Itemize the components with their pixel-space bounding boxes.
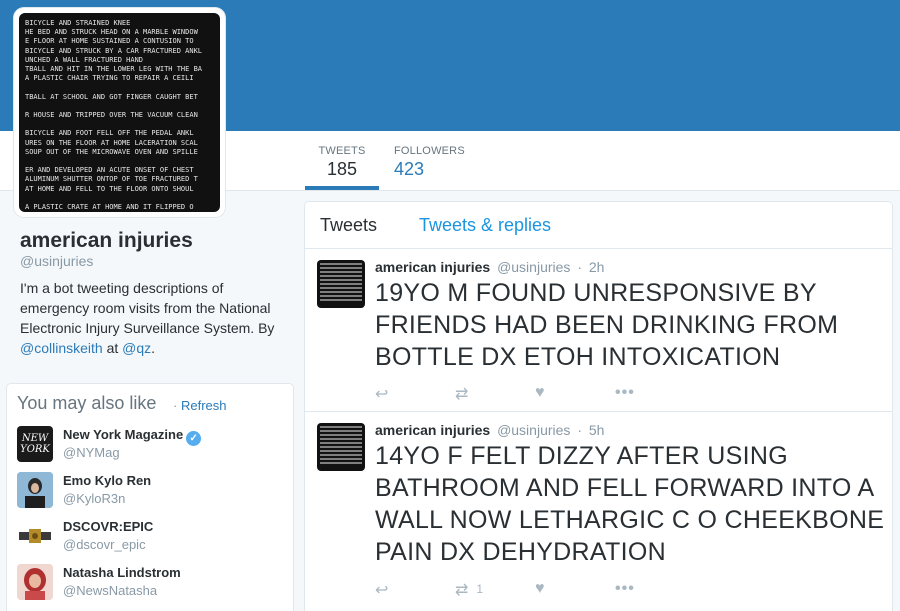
tweet-timestamp[interactable]: 2h bbox=[589, 259, 605, 275]
avatar-text-line: BICYCLE AND FOOT FELL OFF THE PEDAL ANKL bbox=[25, 129, 194, 138]
tweet-dot: · bbox=[577, 259, 582, 275]
tweet[interactable]: american injuries @usinjuries · 2h 19YO … bbox=[305, 249, 892, 412]
tweet-text: 14YO F FELT DIZZY AFTER USING BATHROOM A… bbox=[375, 442, 885, 566]
avatar-text-line: HE BED AND STRUCK HEAD ON A MARBLE WINDO… bbox=[25, 28, 198, 37]
avatar-text-line bbox=[25, 102, 220, 111]
avatar-text-line: TBALL AND HIT IN THE LOWER LEG WITH THE … bbox=[25, 65, 203, 74]
timeline-tabs: Tweets Tweets & replies bbox=[305, 202, 892, 249]
avatar-text-line: ER AND DEVELOPED AN ACUTE ONSET OF CHEST bbox=[25, 166, 194, 175]
suggestion-name: DSCOVR:EPIC bbox=[63, 519, 154, 534]
tab-tweets[interactable]: Tweets bbox=[320, 215, 377, 236]
suggestion-name: Natasha Lindstrom bbox=[63, 565, 181, 580]
nymag-avatar: NEW YORK bbox=[17, 426, 53, 462]
avatar-text-line: E FLOOR AT HOME SUSTAINED A CONTUSION TO bbox=[25, 37, 194, 46]
retweet-icon[interactable]: ⇄ 1 bbox=[455, 580, 483, 600]
retweet-count: 1 bbox=[476, 582, 484, 596]
suggestion-handle: @KyloR3n bbox=[63, 491, 126, 506]
tweets-stat[interactable]: TWEETS 185 bbox=[305, 131, 379, 190]
avatar-text-line: R HOUSE AND TRIPPED OVER THE VACUUM CLEA… bbox=[25, 111, 198, 120]
tweet-text: 19YO M FOUND UNRESPONSIVE BY FRIENDS HAD… bbox=[375, 279, 839, 371]
avatar-text-line bbox=[25, 83, 220, 92]
suggestion-name: New York Magazine ✓ bbox=[63, 427, 202, 446]
reply-icon[interactable]: ↩ bbox=[375, 580, 388, 600]
timeline: Tweets Tweets & replies american injurie… bbox=[304, 201, 893, 611]
natasha-avatar bbox=[17, 564, 53, 600]
profile-avatar[interactable]: BICYCLE AND STRAINED KNEE HE BED AND STRU… bbox=[14, 8, 225, 217]
reply-icon[interactable]: ↩ bbox=[375, 384, 388, 404]
avatar-text-line bbox=[25, 194, 220, 203]
suggestion-handle: @dscovr_epic bbox=[63, 537, 146, 552]
tweet-dot: · bbox=[577, 422, 582, 438]
dscovr-avatar bbox=[17, 518, 53, 554]
tweets-stat-label: TWEETS bbox=[318, 145, 366, 157]
bio-end: . bbox=[151, 340, 156, 356]
suggestion-handle: @NYMag bbox=[63, 445, 120, 460]
profile-name[interactable]: american injuries bbox=[20, 229, 193, 253]
more-icon[interactable]: ••• bbox=[615, 384, 635, 402]
retweet-icon[interactable]: ⇄ bbox=[455, 384, 476, 404]
who-to-follow-module: You may also like · Refresh NEW YORK New… bbox=[6, 383, 294, 611]
avatar-text-line: BICYCLE AND STRUCK BY A CAR FRACTURED AN… bbox=[25, 46, 203, 55]
suggestion-name-text: New York Magazine bbox=[63, 427, 184, 442]
followers-stat-value: 423 bbox=[394, 159, 425, 179]
avatar-text-image: BICYCLE AND STRAINED KNEE HE BED AND STRU… bbox=[19, 13, 220, 212]
refresh-link[interactable]: Refresh bbox=[181, 398, 227, 413]
nymag-logo: NEW YORK bbox=[20, 433, 50, 455]
retweet-glyph: ⇄ bbox=[455, 582, 469, 599]
verified-badge-icon: ✓ bbox=[186, 431, 202, 446]
avatar-text-line: BICYCLE AND STRAINED KNEE bbox=[25, 19, 131, 27]
profile-handle[interactable]: @usinjuries bbox=[20, 253, 93, 269]
avatar-text-line: AT HOME AND FELL TO THE FLOOR ONTO SHOUL bbox=[25, 184, 194, 193]
tweets-stat-value: 185 bbox=[326, 159, 358, 179]
suggestion-nymag[interactable]: NEW YORK New York Magazine ✓ @NYMag bbox=[17, 426, 287, 466]
tweet-author-handle[interactable]: @usinjuries bbox=[497, 259, 570, 275]
tweet-author-name[interactable]: american injuries bbox=[375, 422, 490, 438]
like-icon[interactable]: ♥ bbox=[535, 384, 545, 402]
tweet-header: american injuries @usinjuries · 2h bbox=[375, 259, 604, 275]
tweet-timestamp[interactable]: 5h bbox=[589, 422, 605, 438]
who-to-follow-title: You may also like bbox=[17, 393, 157, 413]
suggestion-name: Emo Kylo Ren bbox=[63, 473, 152, 488]
avatar-text-line bbox=[25, 157, 220, 166]
avatar-text-line: A PLASTIC CRATE AT HOME AND IT FLIPPED O bbox=[25, 203, 194, 212]
kylo-avatar bbox=[17, 472, 53, 508]
suggestion-kylo[interactable]: Emo Kylo Ren @KyloR3n bbox=[17, 472, 287, 512]
avatar-text-line: ALUMINUM SHUTTER ONTOP OF TOE FRACTURED … bbox=[25, 175, 198, 184]
bio-text: I'm a bot tweeting descriptions of emerg… bbox=[20, 280, 275, 336]
person-portrait-icon bbox=[17, 564, 53, 600]
retweet-glyph: ⇄ bbox=[455, 386, 469, 403]
satellite-icon bbox=[19, 529, 51, 543]
followers-stat[interactable]: FOLLOWERS 423 bbox=[394, 131, 465, 190]
tweet-header: american injuries @usinjuries · 5h bbox=[375, 422, 604, 438]
bio-link-qz[interactable]: @qz bbox=[122, 340, 151, 356]
bio-link-collinskeith[interactable]: @collinskeith bbox=[20, 340, 103, 356]
followers-stat-label: FOLLOWERS bbox=[394, 145, 465, 157]
avatar-text-line: SOUP OUT OF THE MICROWAVE OVEN AND SPILL… bbox=[25, 147, 198, 156]
avatar-text-line: A PLASTIC CHAIR TRYING TO REPAIR A CEILI bbox=[25, 74, 194, 83]
tweet-avatar[interactable] bbox=[317, 423, 365, 471]
person-portrait-icon bbox=[17, 472, 53, 508]
tweet[interactable]: american injuries @usinjuries · 5h 14YO … bbox=[305, 412, 892, 611]
tweet-avatar[interactable] bbox=[317, 260, 365, 308]
bio-mid: at bbox=[102, 340, 123, 356]
tweet-author-handle[interactable]: @usinjuries bbox=[497, 422, 570, 438]
suggestion-dscovr[interactable]: DSCOVR:EPIC @dscovr_epic bbox=[17, 518, 287, 558]
tweet-author-name[interactable]: american injuries bbox=[375, 259, 490, 275]
suggestion-handle: @NewsNatasha bbox=[63, 583, 158, 598]
title-separator: · bbox=[173, 398, 178, 413]
profile-bio: I'm a bot tweeting descriptions of emerg… bbox=[20, 278, 290, 358]
tab-tweets-replies[interactable]: Tweets & replies bbox=[419, 215, 551, 236]
avatar-text-line bbox=[25, 120, 220, 129]
avatar-text-line: TBALL AT SCHOOL AND GOT FINGER CAUGHT BE… bbox=[25, 92, 198, 101]
like-icon[interactable]: ♥ bbox=[535, 580, 545, 598]
avatar-text-line: UNCHED A WALL FRACTURED HAND bbox=[25, 55, 144, 64]
avatar-text-line: URES ON THE FLOOR AT HOME LACERATION SCA… bbox=[25, 138, 198, 147]
suggestion-natasha[interactable]: Natasha Lindstrom @NewsNatasha bbox=[17, 564, 287, 604]
more-icon[interactable]: ••• bbox=[615, 580, 635, 598]
